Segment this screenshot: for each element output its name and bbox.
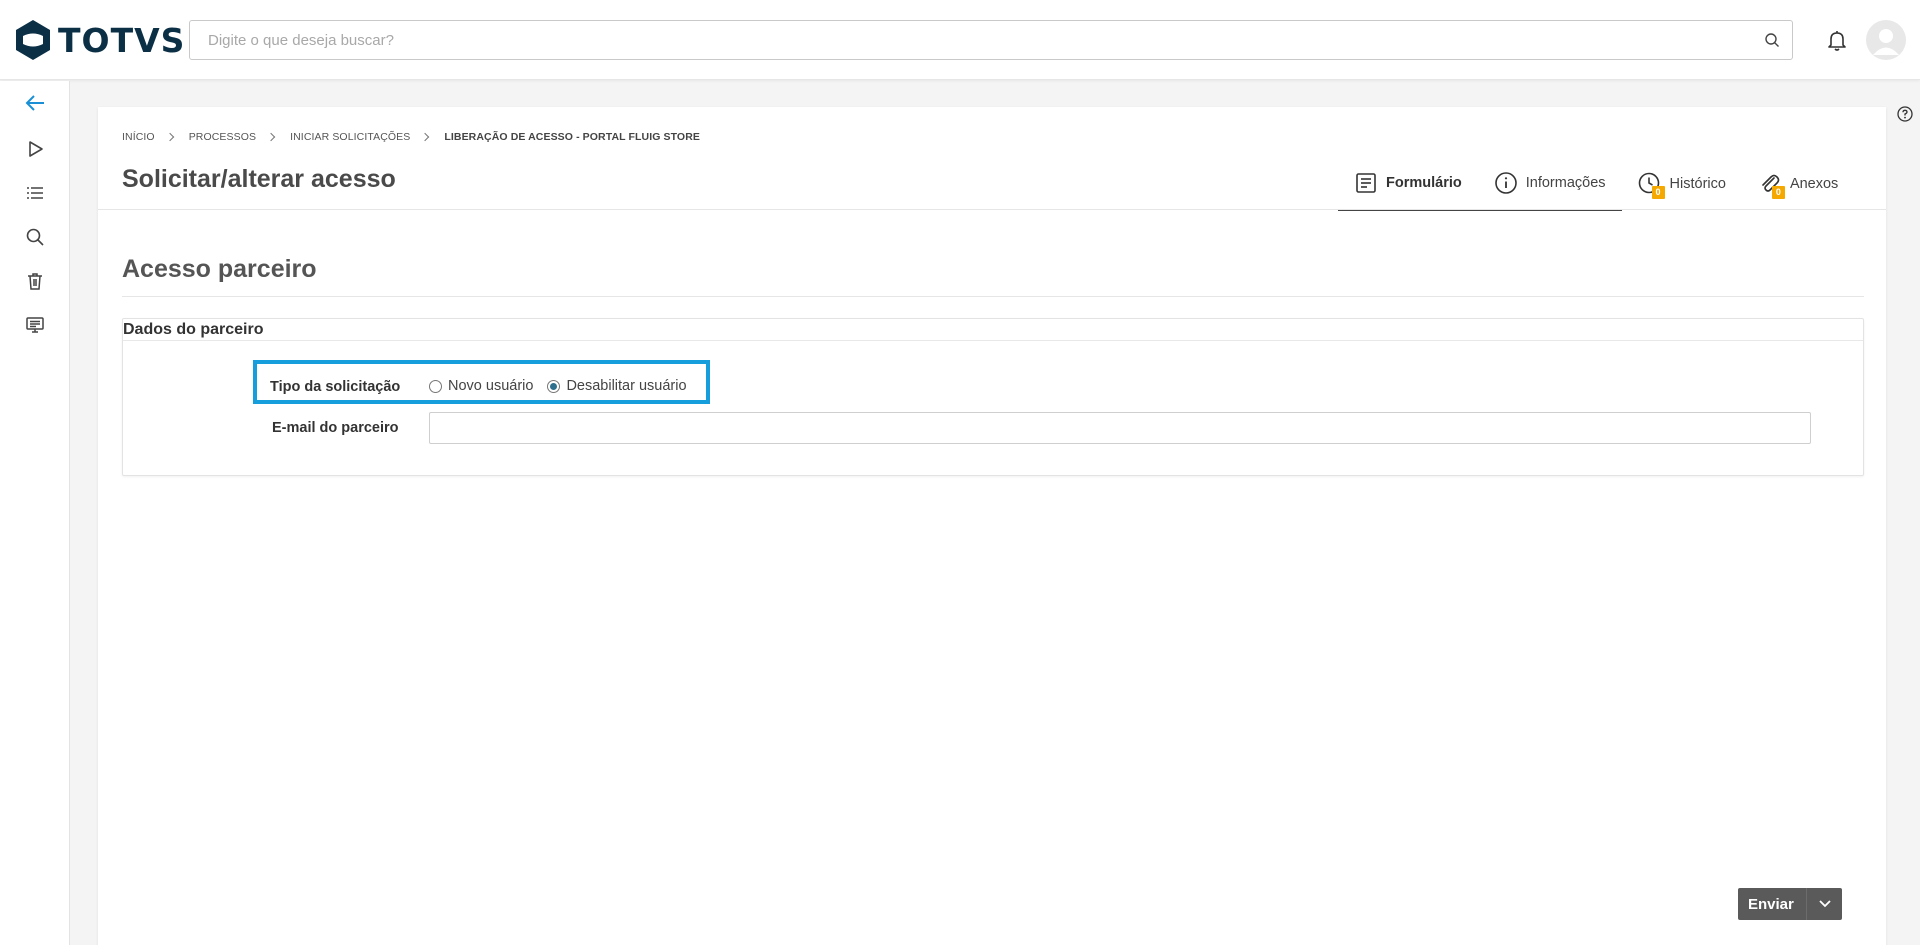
task-list-icon[interactable] [23,181,47,205]
tab-anexos-label: Anexos [1789,176,1839,192]
page-title: Solicitar/alterar acesso [122,165,396,193]
back-arrow-icon[interactable] [23,91,47,115]
section-title: Acesso parceiro [122,255,317,283]
tab-anexos[interactable]: 0 Anexos [1742,157,1854,211]
tab-informacoes[interactable]: Informações [1477,157,1622,211]
tab-historico-label: Histórico [1669,176,1726,192]
notifications-bell-icon[interactable] [1825,28,1849,52]
partner-email-field[interactable] [429,412,1811,444]
totvs-logo[interactable]: TOTVS [14,18,185,62]
fieldset-legend: Dados do parceiro [123,321,264,338]
tab-historico[interactable]: 0 Histórico [1622,157,1742,211]
user-avatar[interactable] [1866,20,1906,60]
breadcrumb-item-current: LIBERAÇÃO DE ACESSO - PORTAL FLUIG STORE [444,131,700,143]
send-button[interactable]: Enviar [1738,888,1842,920]
tab-informacoes-label: Informações [1525,175,1606,191]
user-avatar-icon [1873,29,1899,55]
brand-name: TOTVS [58,20,186,60]
send-button-label[interactable]: Enviar [1738,896,1806,913]
request-type-radio-group: Novo usuário Desabilitar usuário [429,378,701,394]
anexos-count-badge: 0 [1771,186,1785,199]
search-input[interactable] [190,21,1750,59]
search-icon[interactable] [1764,32,1780,48]
section-divider [122,296,1864,297]
breadcrumb-chevron-icon [421,132,430,142]
paperclip-icon: 0 [1758,172,1785,199]
history-clock-icon: 0 [1638,172,1665,199]
breadcrumb-item-processos[interactable]: PROCESSOS [189,131,256,143]
request-type-label: Tipo da solicitação [270,379,401,395]
radio-option-desabilitar-usuario[interactable]: Desabilitar usuário [547,378,687,394]
form-document-icon [1356,173,1376,193]
tab-bar: Formulário Informações 0 Histórico 0 Ane… [1338,157,1854,211]
radio-desabilitar-usuario[interactable] [547,379,561,393]
breadcrumb: INÍCIO PROCESSOS INICIAR SOLICITAÇÕES LI… [122,131,700,143]
trash-icon[interactable] [23,269,47,293]
top-bar: TOTVS [0,0,1920,80]
radio-novo-usuario[interactable] [429,379,442,393]
main-card: INÍCIO PROCESSOS INICIAR SOLICITAÇÕES LI… [98,107,1886,945]
totvs-logo-icon [16,20,50,60]
tab-formulario-label: Formulário [1386,175,1462,191]
header-divider [98,209,1886,210]
breadcrumb-chevron-icon [165,132,174,142]
search-nav-icon[interactable] [23,225,47,249]
left-nav [0,81,70,945]
historico-count-badge: 0 [1651,186,1665,199]
breadcrumb-item-iniciar-solicitacoes[interactable]: INICIAR SOLICITAÇÕES [290,131,410,143]
radio-novo-usuario-label[interactable]: Novo usuário [448,378,533,394]
tab-formulario[interactable]: Formulário [1338,157,1478,211]
send-options-chevron-down-icon[interactable] [1806,888,1842,920]
start-process-play-icon[interactable] [23,137,47,161]
radio-desabilitar-usuario-label[interactable]: Desabilitar usuário [566,378,686,394]
help-icon[interactable] [1897,106,1913,122]
info-icon [1494,172,1517,194]
breadcrumb-chevron-icon [266,132,276,142]
legend-divider [123,340,1863,341]
monitor-panel-icon[interactable] [23,313,47,337]
global-search[interactable] [189,20,1793,60]
partner-data-fieldset: Dados do parceiro Tipo da solicitação No… [122,318,1864,476]
radio-option-novo-usuario[interactable]: Novo usuário [429,378,533,394]
partner-email-label: E-mail do parceiro [272,420,399,436]
breadcrumb-item-inicio[interactable]: INÍCIO [122,131,155,143]
